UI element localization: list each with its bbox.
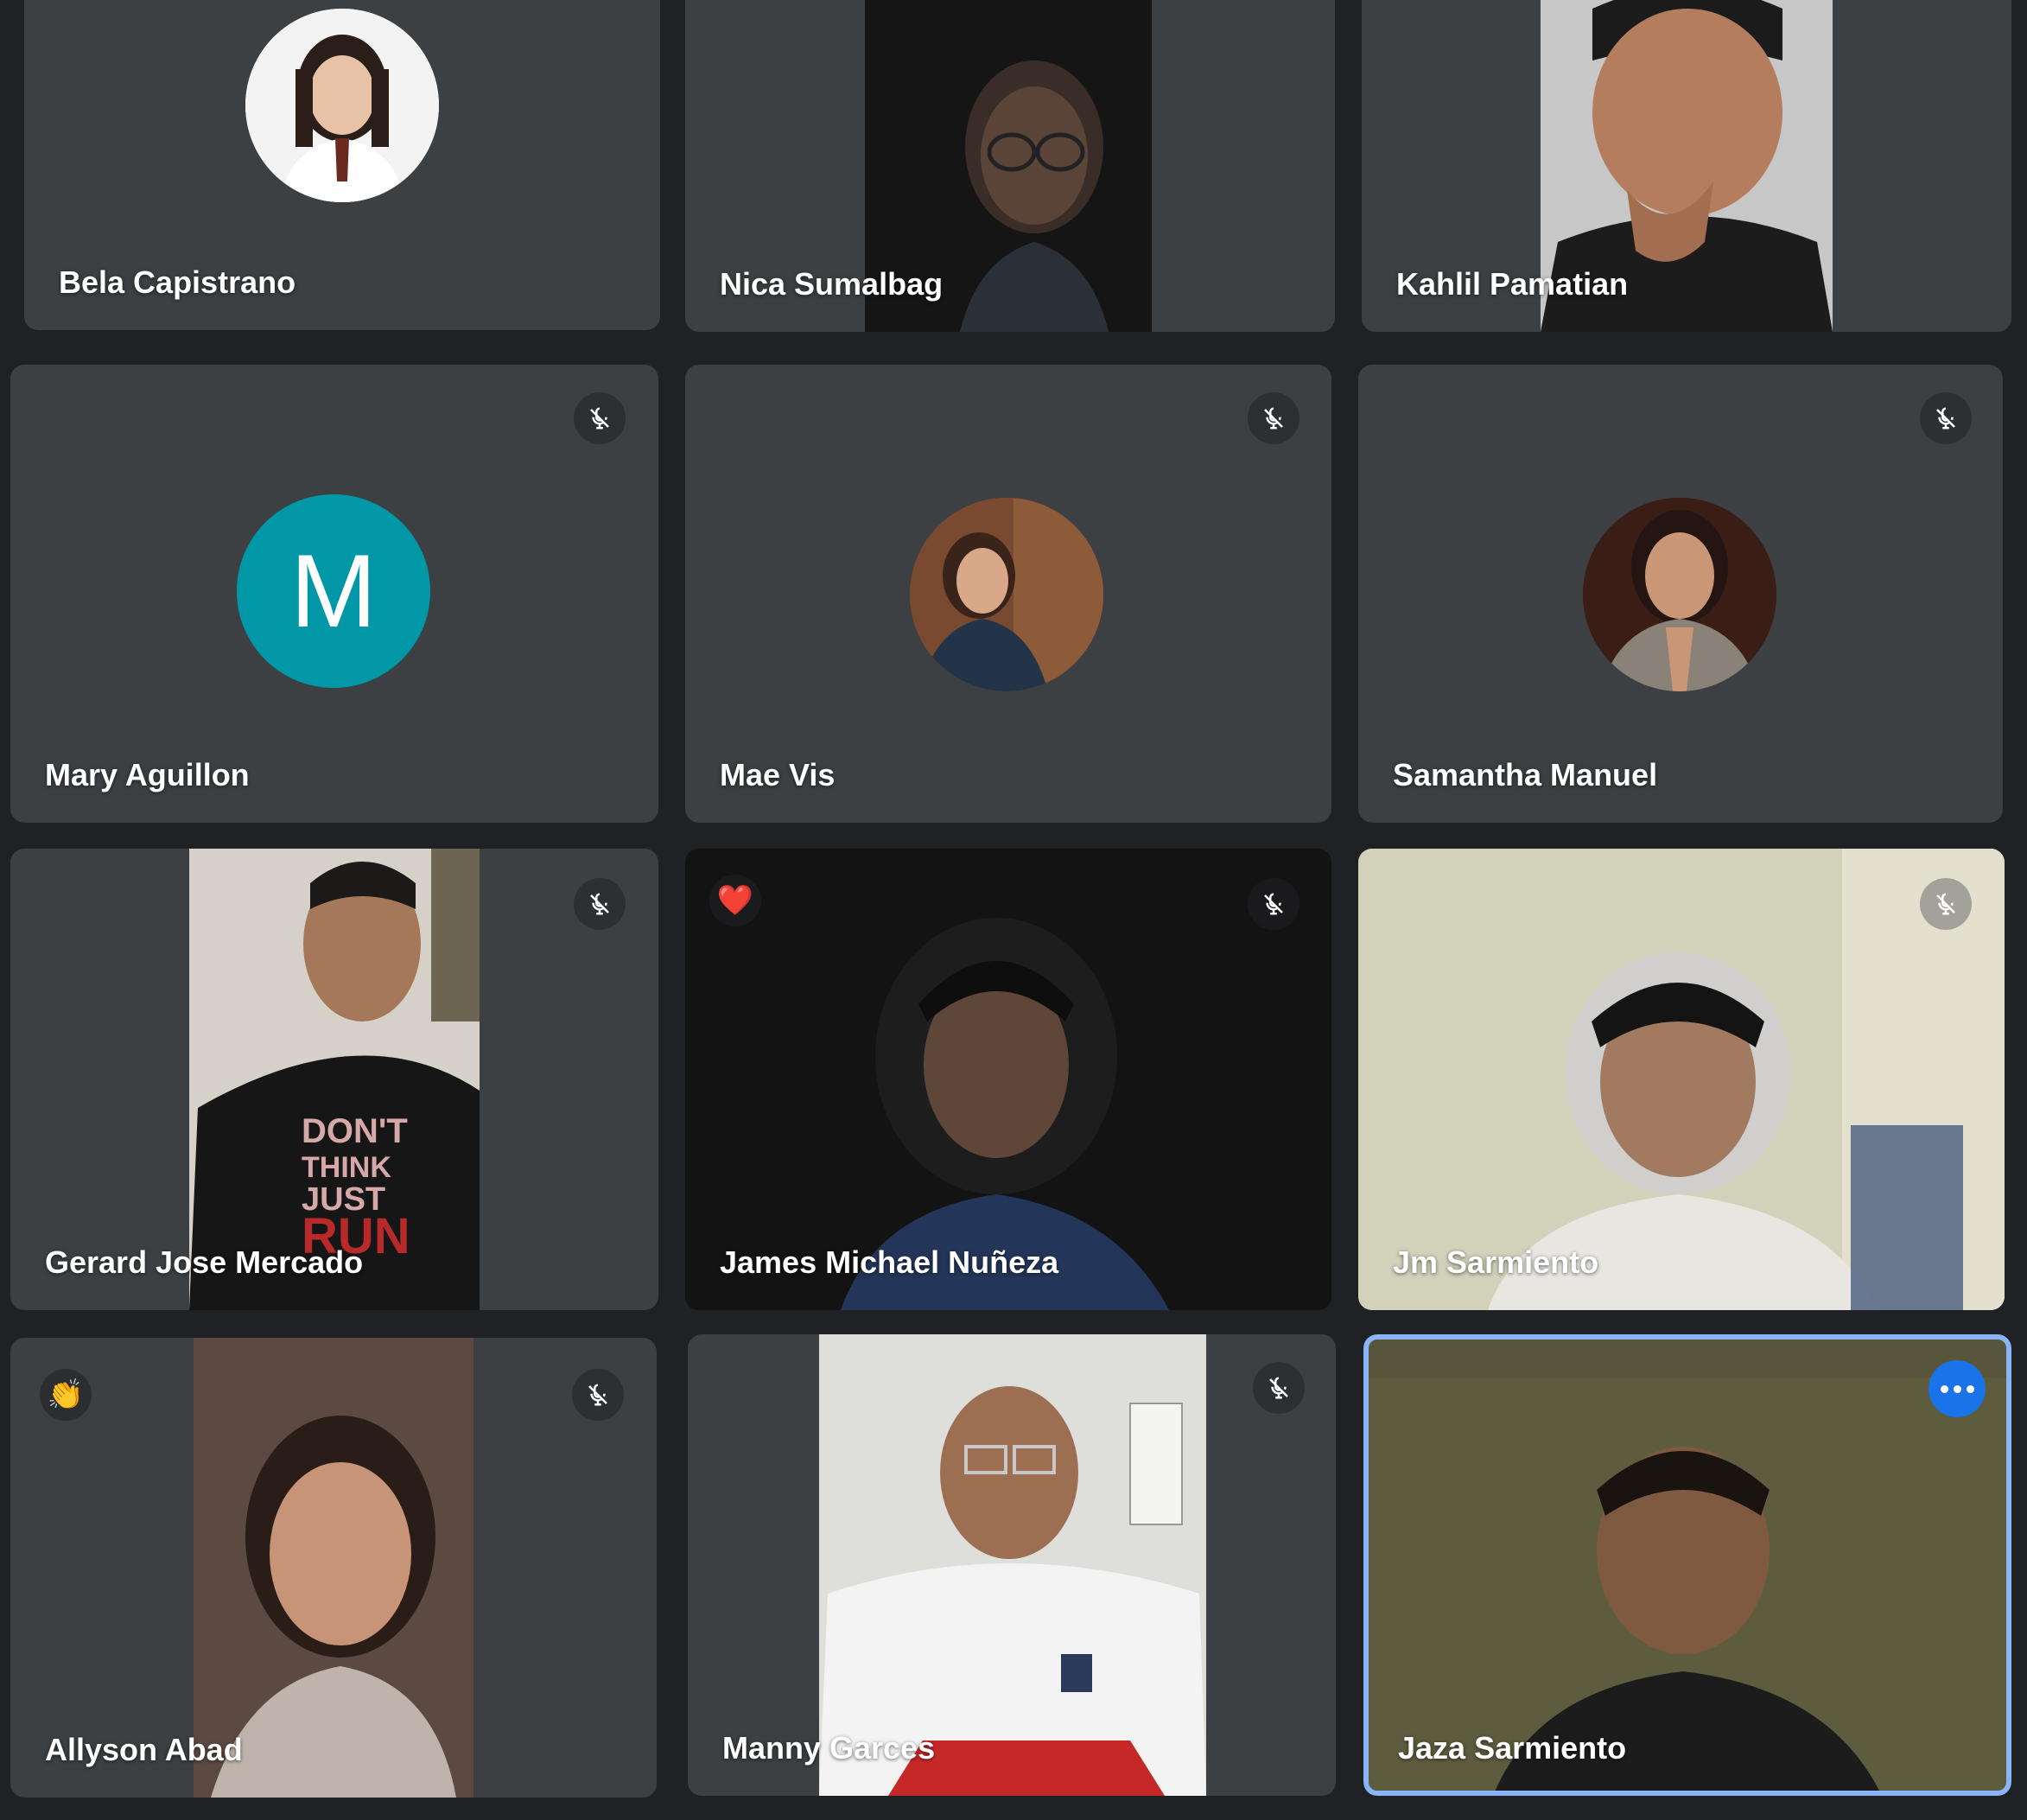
participant-avatar — [1583, 498, 1776, 691]
heart-reaction-icon: ❤️ — [709, 875, 761, 926]
participant-video — [685, 849, 1331, 1310]
more-options-icon[interactable] — [1929, 1360, 1986, 1417]
participant-tile-samantha-manuel[interactable]: Samantha Manuel — [1358, 365, 2003, 823]
participant-tile-bela-capistrano[interactable]: Bela Capistrano — [24, 0, 660, 330]
participant-name: Gerard Jose Mercado — [45, 1244, 364, 1280]
mic-off-icon — [1253, 1362, 1305, 1414]
participant-name: Allyson Abad — [45, 1732, 243, 1767]
participant-name: Kahlil Pamatian — [1396, 266, 1629, 302]
clap-reaction-icon: 👏 — [40, 1369, 92, 1421]
participant-tile-kahlil-pamatian[interactable]: Kahlil Pamatian — [1362, 0, 2011, 332]
participant-tile-gerard-jose-mercado[interactable]: DON'T THINK JUST RUN Gerard Jose Mercado — [10, 849, 658, 1310]
participant-name: Samantha Manuel — [1393, 757, 1658, 792]
participant-tile-mary-aguillon[interactable]: M Mary Aguillon — [10, 365, 658, 823]
avatar-initial: M — [290, 533, 377, 649]
participant-tile-jaza-sarmiento[interactable]: Jaza Sarmiento — [1363, 1334, 2011, 1796]
participant-name: Mary Aguillon — [45, 757, 250, 792]
participant-name: Jm Sarmiento — [1393, 1244, 1599, 1280]
participant-video — [819, 1334, 1206, 1796]
mic-off-icon — [1920, 392, 1972, 444]
shirt-text: DON'T — [302, 1112, 408, 1150]
participant-tile-mae-vis[interactable]: Mae Vis — [685, 365, 1331, 823]
mic-off-icon — [1248, 878, 1299, 930]
participant-video — [1358, 849, 2005, 1310]
participant-name: Bela Capistrano — [59, 264, 296, 300]
svg-text:THINK: THINK — [302, 1151, 391, 1184]
mic-off-icon — [574, 878, 626, 930]
participant-avatar: M — [237, 494, 430, 688]
participant-video: DON'T THINK JUST RUN — [189, 849, 480, 1310]
participant-name: Nica Sumalbag — [720, 266, 944, 302]
participant-video — [194, 1338, 473, 1798]
participant-name: Manny Garces — [722, 1730, 936, 1766]
participant-avatar — [910, 498, 1103, 691]
participant-tile-allyson-abad[interactable]: 👏 Allyson Abad — [10, 1338, 657, 1798]
participant-name: James Michael Nuñeza — [720, 1244, 1059, 1280]
participant-avatar — [245, 9, 439, 202]
mic-off-icon — [1248, 392, 1299, 444]
participant-tile-james-michael-nuneza[interactable]: ❤️ James Michael Nuñeza — [685, 849, 1331, 1310]
mic-off-icon — [1920, 878, 1972, 930]
participant-tile-jm-sarmiento[interactable]: Jm Sarmiento — [1358, 849, 2005, 1310]
participant-tile-nica-sumalbag[interactable]: Nica Sumalbag — [685, 0, 1335, 332]
participant-name: Mae Vis — [720, 757, 836, 792]
participant-name: Jaza Sarmiento — [1398, 1730, 1627, 1766]
mic-off-icon — [572, 1369, 624, 1421]
participant-tile-manny-garces[interactable]: Manny Garces — [688, 1334, 1336, 1796]
mic-off-icon — [574, 392, 626, 444]
